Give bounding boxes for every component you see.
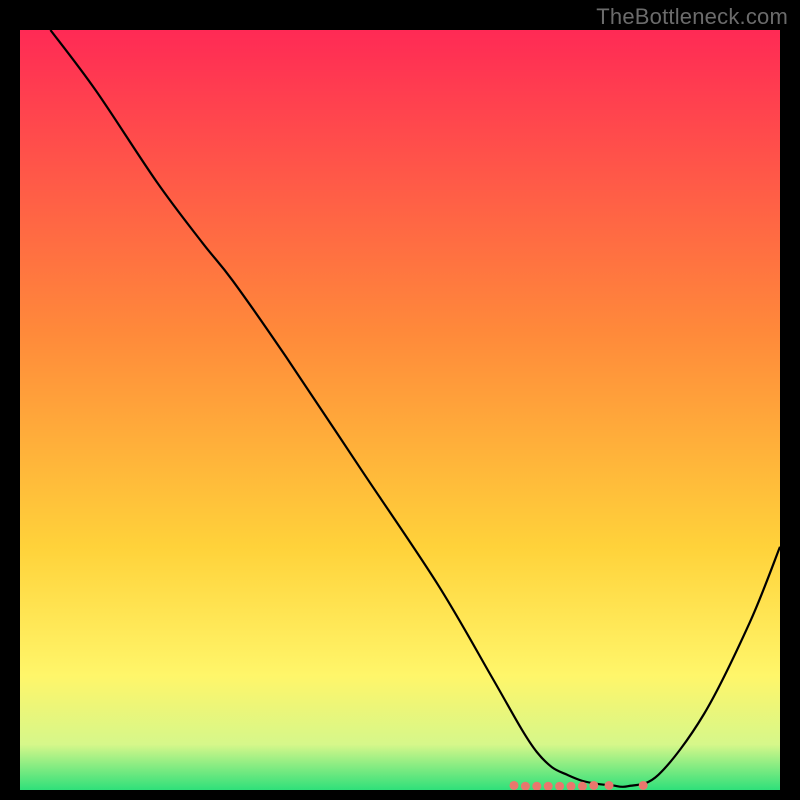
scatter-point [639, 781, 648, 790]
chart-container: TheBottleneck.com [0, 0, 800, 800]
chart-gradient-background [20, 30, 780, 790]
scatter-point [589, 781, 598, 790]
watermark-label: TheBottleneck.com [596, 4, 788, 30]
chart-plot-area [20, 30, 780, 790]
chart-svg [20, 30, 780, 790]
scatter-point [605, 781, 614, 790]
scatter-point [510, 781, 519, 790]
